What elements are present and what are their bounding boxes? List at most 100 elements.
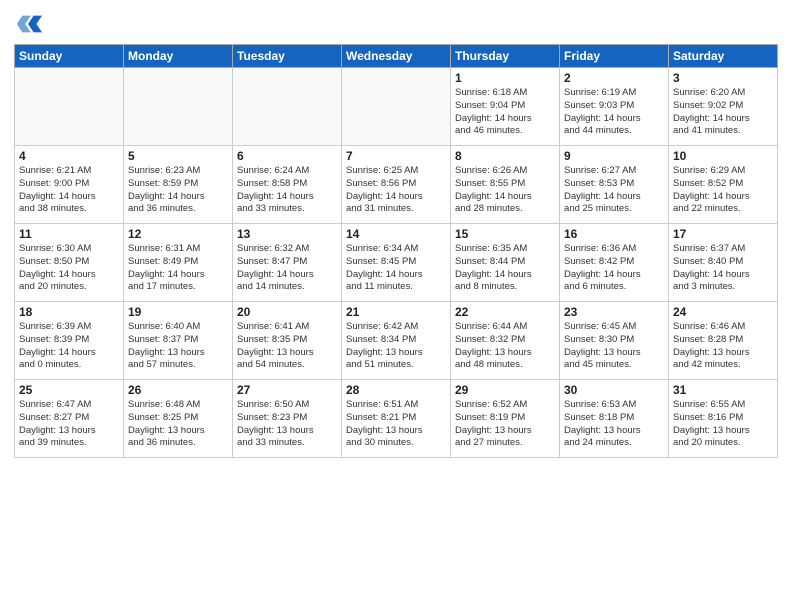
day-number: 31 bbox=[673, 383, 773, 397]
day-info: Sunrise: 6:40 AMSunset: 8:37 PMDaylight:… bbox=[128, 321, 228, 372]
logo bbox=[14, 10, 46, 38]
table-row: 16 Sunrise: 6:36 AMSunset: 8:42 PMDayligh… bbox=[560, 224, 669, 302]
col-header-wednesday: Wednesday bbox=[342, 45, 451, 68]
day-info: Sunrise: 6:53 AMSunset: 8:18 PMDaylight:… bbox=[564, 399, 664, 450]
day-number: 30 bbox=[564, 383, 664, 397]
day-number: 25 bbox=[19, 383, 119, 397]
calendar-week-1: 4 Sunrise: 6:21 AMSunset: 9:00 PMDaylight… bbox=[15, 146, 778, 224]
day-info: Sunrise: 6:50 AMSunset: 8:23 PMDaylight:… bbox=[237, 399, 337, 450]
col-header-thursday: Thursday bbox=[451, 45, 560, 68]
day-number: 15 bbox=[455, 227, 555, 241]
table-row bbox=[342, 68, 451, 146]
day-info: Sunrise: 6:41 AMSunset: 8:35 PMDaylight:… bbox=[237, 321, 337, 372]
table-row: 4 Sunrise: 6:21 AMSunset: 9:00 PMDaylight… bbox=[15, 146, 124, 224]
day-info: Sunrise: 6:47 AMSunset: 8:27 PMDaylight:… bbox=[19, 399, 119, 450]
day-info: Sunrise: 6:32 AMSunset: 8:47 PMDaylight:… bbox=[237, 243, 337, 294]
table-row: 26 Sunrise: 6:48 AMSunset: 8:25 PMDayligh… bbox=[124, 380, 233, 458]
day-info: Sunrise: 6:42 AMSunset: 8:34 PMDaylight:… bbox=[346, 321, 446, 372]
day-info: Sunrise: 6:23 AMSunset: 8:59 PMDaylight:… bbox=[128, 165, 228, 216]
day-info: Sunrise: 6:31 AMSunset: 8:49 PMDaylight:… bbox=[128, 243, 228, 294]
day-number: 26 bbox=[128, 383, 228, 397]
day-number: 10 bbox=[673, 149, 773, 163]
day-number: 8 bbox=[455, 149, 555, 163]
calendar-table: SundayMondayTuesdayWednesdayThursdayFrid… bbox=[14, 44, 778, 458]
day-info: Sunrise: 6:35 AMSunset: 8:44 PMDaylight:… bbox=[455, 243, 555, 294]
table-row: 1Sunrise: 6:18 AMSunset: 9:04 PMDaylight… bbox=[451, 68, 560, 146]
table-row: 3Sunrise: 6:20 AMSunset: 9:02 PMDaylight… bbox=[669, 68, 778, 146]
day-info: Sunrise: 6:34 AMSunset: 8:45 PMDaylight:… bbox=[346, 243, 446, 294]
table-row: 30 Sunrise: 6:53 AMSunset: 8:18 PMDayligh… bbox=[560, 380, 669, 458]
day-info: Sunrise: 6:19 AMSunset: 9:03 PMDaylight:… bbox=[564, 87, 664, 138]
day-number: 6 bbox=[237, 149, 337, 163]
table-row: 8 Sunrise: 6:26 AMSunset: 8:55 PMDaylight… bbox=[451, 146, 560, 224]
day-info: Sunrise: 6:48 AMSunset: 8:25 PMDaylight:… bbox=[128, 399, 228, 450]
col-header-monday: Monday bbox=[124, 45, 233, 68]
day-info: Sunrise: 6:26 AMSunset: 8:55 PMDaylight:… bbox=[455, 165, 555, 216]
day-info: Sunrise: 6:37 AMSunset: 8:40 PMDaylight:… bbox=[673, 243, 773, 294]
day-number: 23 bbox=[564, 305, 664, 319]
table-row: 5Sunrise: 6:23 AMSunset: 8:59 PMDaylight… bbox=[124, 146, 233, 224]
table-row: 14Sunrise: 6:34 AMSunset: 8:45 PMDayligh… bbox=[342, 224, 451, 302]
day-number: 12 bbox=[128, 227, 228, 241]
table-row: 9 Sunrise: 6:27 AMSunset: 8:53 PMDaylight… bbox=[560, 146, 669, 224]
calendar-week-4: 25 Sunrise: 6:47 AMSunset: 8:27 PMDayligh… bbox=[15, 380, 778, 458]
table-row: 17 Sunrise: 6:37 AMSunset: 8:40 PMDayligh… bbox=[669, 224, 778, 302]
header bbox=[14, 10, 778, 38]
calendar-week-0: 1Sunrise: 6:18 AMSunset: 9:04 PMDaylight… bbox=[15, 68, 778, 146]
day-number: 11 bbox=[19, 227, 119, 241]
table-row: 18 Sunrise: 6:39 AMSunset: 8:39 PMDayligh… bbox=[15, 302, 124, 380]
day-number: 21 bbox=[346, 305, 446, 319]
table-row: 10Sunrise: 6:29 AMSunset: 8:52 PMDayligh… bbox=[669, 146, 778, 224]
day-number: 9 bbox=[564, 149, 664, 163]
day-number: 17 bbox=[673, 227, 773, 241]
table-row: 20 Sunrise: 6:41 AMSunset: 8:35 PMDayligh… bbox=[233, 302, 342, 380]
day-info: Sunrise: 6:21 AMSunset: 9:00 PMDaylight:… bbox=[19, 165, 119, 216]
day-number: 4 bbox=[19, 149, 119, 163]
table-row: 31 Sunrise: 6:55 AMSunset: 8:16 PMDayligh… bbox=[669, 380, 778, 458]
day-number: 13 bbox=[237, 227, 337, 241]
logo-icon bbox=[14, 10, 42, 38]
day-info: Sunrise: 6:55 AMSunset: 8:16 PMDaylight:… bbox=[673, 399, 773, 450]
day-info: Sunrise: 6:51 AMSunset: 8:21 PMDaylight:… bbox=[346, 399, 446, 450]
col-header-tuesday: Tuesday bbox=[233, 45, 342, 68]
day-number: 19 bbox=[128, 305, 228, 319]
day-info: Sunrise: 6:39 AMSunset: 8:39 PMDaylight:… bbox=[19, 321, 119, 372]
day-number: 20 bbox=[237, 305, 337, 319]
table-row bbox=[233, 68, 342, 146]
table-row bbox=[15, 68, 124, 146]
table-row: 24 Sunrise: 6:46 AMSunset: 8:28 PMDayligh… bbox=[669, 302, 778, 380]
day-number: 16 bbox=[564, 227, 664, 241]
day-number: 22 bbox=[455, 305, 555, 319]
day-info: Sunrise: 6:24 AMSunset: 8:58 PMDaylight:… bbox=[237, 165, 337, 216]
day-info: Sunrise: 6:44 AMSunset: 8:32 PMDaylight:… bbox=[455, 321, 555, 372]
table-row: 7 Sunrise: 6:25 AMSunset: 8:56 PMDaylight… bbox=[342, 146, 451, 224]
day-number: 18 bbox=[19, 305, 119, 319]
table-row: 15 Sunrise: 6:35 AMSunset: 8:44 PMDayligh… bbox=[451, 224, 560, 302]
day-number: 27 bbox=[237, 383, 337, 397]
table-row: 12 Sunrise: 6:31 AMSunset: 8:49 PMDayligh… bbox=[124, 224, 233, 302]
col-header-saturday: Saturday bbox=[669, 45, 778, 68]
day-info: Sunrise: 6:52 AMSunset: 8:19 PMDaylight:… bbox=[455, 399, 555, 450]
day-info: Sunrise: 6:36 AMSunset: 8:42 PMDaylight:… bbox=[564, 243, 664, 294]
day-number: 2 bbox=[564, 71, 664, 85]
page: SundayMondayTuesdayWednesdayThursdayFrid… bbox=[0, 0, 792, 612]
day-info: Sunrise: 6:27 AMSunset: 8:53 PMDaylight:… bbox=[564, 165, 664, 216]
day-info: Sunrise: 6:30 AMSunset: 8:50 PMDaylight:… bbox=[19, 243, 119, 294]
table-row: 11 Sunrise: 6:30 AMSunset: 8:50 PMDayligh… bbox=[15, 224, 124, 302]
table-row: 2 Sunrise: 6:19 AMSunset: 9:03 PMDaylight… bbox=[560, 68, 669, 146]
day-info: Sunrise: 6:25 AMSunset: 8:56 PMDaylight:… bbox=[346, 165, 446, 216]
day-number: 24 bbox=[673, 305, 773, 319]
col-header-sunday: Sunday bbox=[15, 45, 124, 68]
day-info: Sunrise: 6:46 AMSunset: 8:28 PMDaylight:… bbox=[673, 321, 773, 372]
table-row: 13 Sunrise: 6:32 AMSunset: 8:47 PMDayligh… bbox=[233, 224, 342, 302]
table-row bbox=[124, 68, 233, 146]
calendar-week-3: 18 Sunrise: 6:39 AMSunset: 8:39 PMDayligh… bbox=[15, 302, 778, 380]
table-row: 19 Sunrise: 6:40 AMSunset: 8:37 PMDayligh… bbox=[124, 302, 233, 380]
day-number: 28 bbox=[346, 383, 446, 397]
table-row: 22 Sunrise: 6:44 AMSunset: 8:32 PMDayligh… bbox=[451, 302, 560, 380]
table-row: 25 Sunrise: 6:47 AMSunset: 8:27 PMDayligh… bbox=[15, 380, 124, 458]
day-number: 7 bbox=[346, 149, 446, 163]
table-row: 21 Sunrise: 6:42 AMSunset: 8:34 PMDayligh… bbox=[342, 302, 451, 380]
calendar-week-2: 11 Sunrise: 6:30 AMSunset: 8:50 PMDayligh… bbox=[15, 224, 778, 302]
calendar-header-row: SundayMondayTuesdayWednesdayThursdayFrid… bbox=[15, 45, 778, 68]
